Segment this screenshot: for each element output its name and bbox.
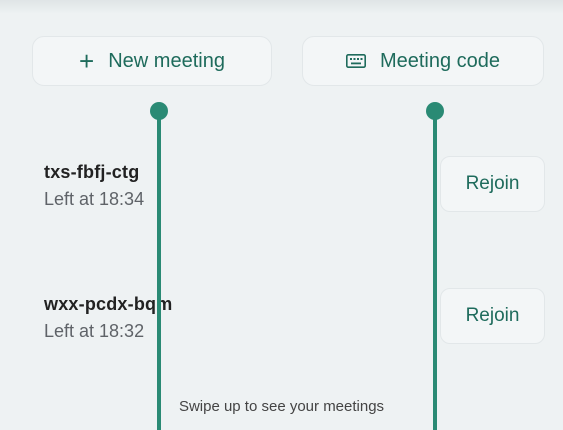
meeting-code-text: wxx-pcdx-bqm [44,294,173,314]
meeting-code-button[interactable]: Meeting code [302,36,544,86]
meeting-code-text: txs-fbfj-ctg [44,162,140,182]
meeting-status: Left at 18:34 [44,189,145,209]
meeting-status: Left at 18:32 [44,321,145,341]
meeting-code-label: Meeting code [379,49,501,72]
gesture-line-left [157,112,161,430]
plus-icon: + [79,46,95,76]
rejoin-button[interactable]: Rejoin [440,156,545,212]
new-meeting-button[interactable]: + New meeting [32,36,272,86]
keyboard-icon [345,54,366,68]
meeting-list-item[interactable]: txs-fbfj-ctg Left at 18:34 [44,162,144,210]
top-shadow [0,0,563,14]
new-meeting-label: New meeting [108,49,225,72]
meeting-list-item[interactable]: wxx-pcdx-bqm Left at 18:32 [44,294,172,342]
swipe-hint: Swipe up to see your meetings [178,398,385,415]
gesture-line-right [433,112,437,430]
rejoin-button[interactable]: Rejoin [440,288,545,344]
